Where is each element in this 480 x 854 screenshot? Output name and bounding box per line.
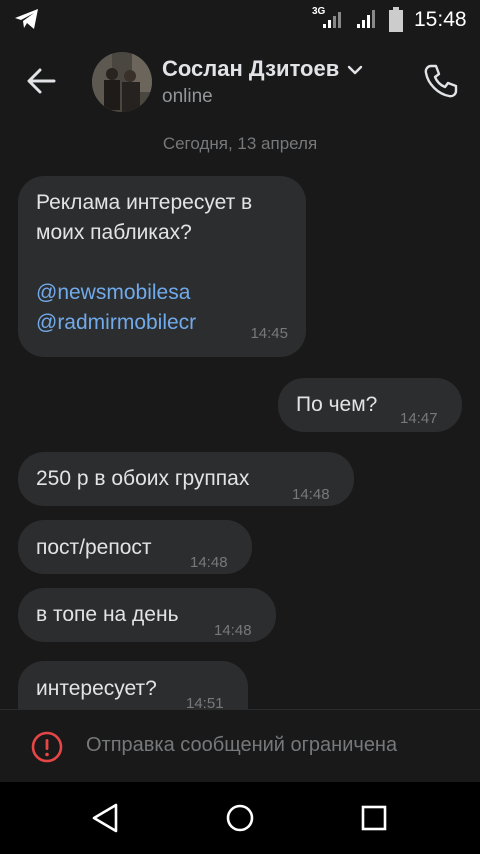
message-time: 14:48 [292,486,330,503]
message-text: Реклама интересует в моих пабликах? @new… [36,188,288,338]
status-bar: 3G 15:48 [0,0,480,40]
signal-icon [323,12,341,28]
date-separator: Сегодня, 13 апреля [162,134,318,153]
mention-link[interactable]: @newsmobilesa [36,278,288,308]
message-incoming[interactable]: пост/репост 14:48 [18,520,252,574]
system-nav-bar [0,782,480,854]
square-recents-icon[interactable] [356,800,392,836]
message-incoming[interactable]: в топе на день 14:48 [18,588,276,642]
message-time: 14:45 [250,325,288,342]
restriction-text: Отправка сообщений ограничена [86,734,398,756]
contact-presence: online [162,86,213,107]
signal-icon [357,10,375,28]
message-text: 250 р в обоих группах [36,467,250,490]
telegram-icon [15,9,38,29]
message-time: 14:48 [190,554,228,571]
phone-icon[interactable] [422,62,460,100]
message-incoming[interactable]: интересует? 14:51 [18,661,248,712]
message-text: интересует? [36,677,157,700]
arrow-left-icon[interactable] [24,64,60,98]
exclamation-circle-icon [31,731,63,763]
contact-name-row[interactable]: Сослан Дзитоев [162,56,363,82]
message-time: 14:47 [400,410,438,427]
circle-home-icon[interactable] [222,800,258,836]
triangle-back-icon[interactable] [88,800,124,836]
battery-icon [389,7,403,32]
messaging-restricted-bar: Отправка сообщений ограничена [0,710,480,782]
message-text: в топе на день [36,603,179,626]
contact-name: Сослан Дзитоев [162,56,340,81]
message-line: Реклама интересует в [36,191,253,214]
message-line: моих пабликах? [36,221,192,244]
message-text: По чем? [296,393,378,416]
clock: 15:48 [414,8,467,31]
message-incoming[interactable]: Реклама интересует в моих пабликах? @new… [18,176,306,357]
chevron-down-icon [348,65,363,75]
message-time: 14:48 [214,622,252,639]
message-outgoing[interactable]: По чем? 14:47 [278,378,462,432]
message-incoming[interactable]: 250 р в обоих группах 14:48 [18,452,354,506]
message-text: пост/репост [36,536,152,559]
avatar[interactable] [92,52,152,112]
chat-header: Сослан Дзитоев online [0,40,480,128]
